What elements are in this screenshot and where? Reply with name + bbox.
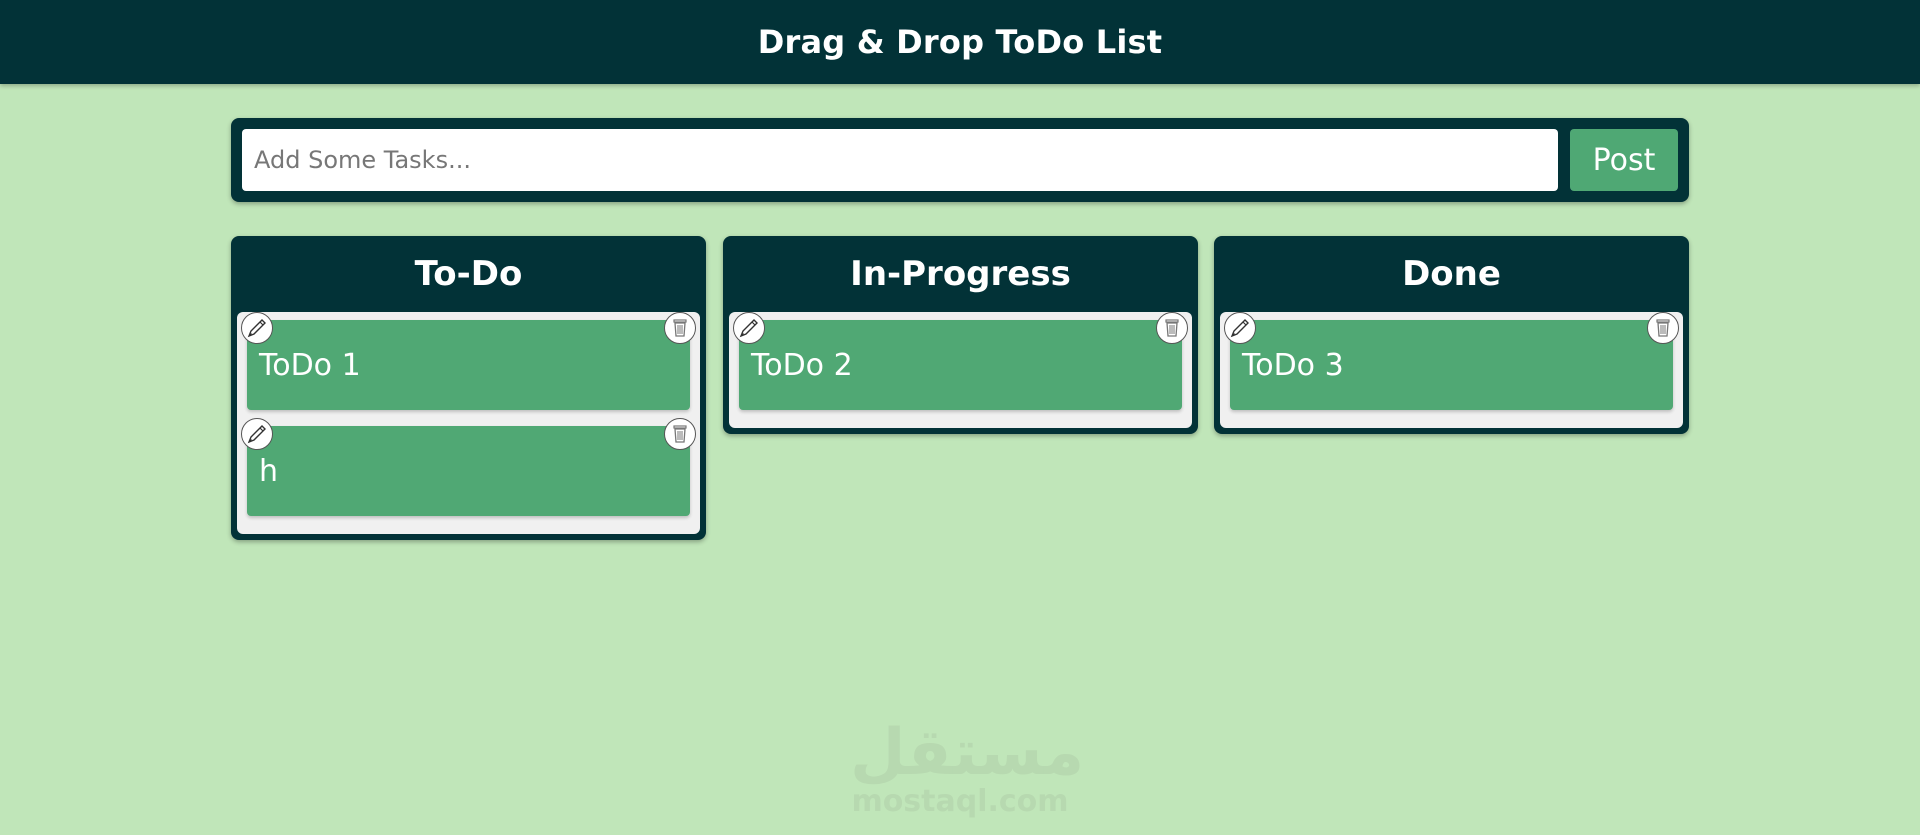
trash-icon [1165, 319, 1179, 337]
task-card[interactable]: ToDo 2 [733, 312, 1188, 410]
task-input[interactable] [242, 129, 1558, 191]
column-drop-zone[interactable]: ToDo 3 [1220, 312, 1683, 428]
task-card[interactable]: h [241, 418, 696, 516]
column-todo: To-Do ToDo 1 h [231, 236, 706, 540]
pencil-icon [739, 319, 758, 338]
watermark: مستقل mostaql.com [850, 716, 1085, 819]
task-text: ToDo 2 [751, 348, 853, 383]
delete-button[interactable] [1647, 312, 1679, 344]
pencil-icon [1230, 319, 1249, 338]
page-title: Drag & Drop ToDo List [757, 23, 1163, 61]
task-text: h [259, 454, 279, 489]
delete-button[interactable] [664, 418, 696, 450]
task-card[interactable]: ToDo 3 [1224, 312, 1679, 410]
pencil-icon [247, 425, 266, 444]
column-drop-zone[interactable]: ToDo 1 h [237, 312, 700, 534]
trash-icon [1656, 319, 1670, 337]
pencil-icon [247, 319, 266, 338]
edit-button[interactable] [241, 312, 273, 344]
task-input-bar: Post [231, 118, 1689, 202]
column-in-progress: In-Progress ToDo 2 [723, 236, 1198, 434]
delete-button[interactable] [1156, 312, 1188, 344]
delete-button[interactable] [664, 312, 696, 344]
edit-button[interactable] [1224, 312, 1256, 344]
task-text: ToDo 1 [259, 348, 361, 383]
edit-button[interactable] [241, 418, 273, 450]
task-card[interactable]: ToDo 1 [241, 312, 696, 410]
edit-button[interactable] [733, 312, 765, 344]
watermark-latin: mostaql.com [851, 784, 1069, 819]
post-button[interactable]: Post [1570, 129, 1678, 191]
watermark-arabic: مستقل [850, 716, 1085, 790]
column-title: To-Do [414, 254, 523, 294]
trash-icon [673, 425, 687, 443]
column-title: Done [1402, 254, 1501, 294]
task-text: ToDo 3 [1242, 348, 1344, 383]
trash-icon [673, 319, 687, 337]
column-done: Done ToDo 3 [1214, 236, 1689, 434]
column-title: In-Progress [850, 254, 1071, 294]
column-drop-zone[interactable]: ToDo 2 [729, 312, 1192, 428]
app-header: Drag & Drop ToDo List [0, 0, 1920, 84]
